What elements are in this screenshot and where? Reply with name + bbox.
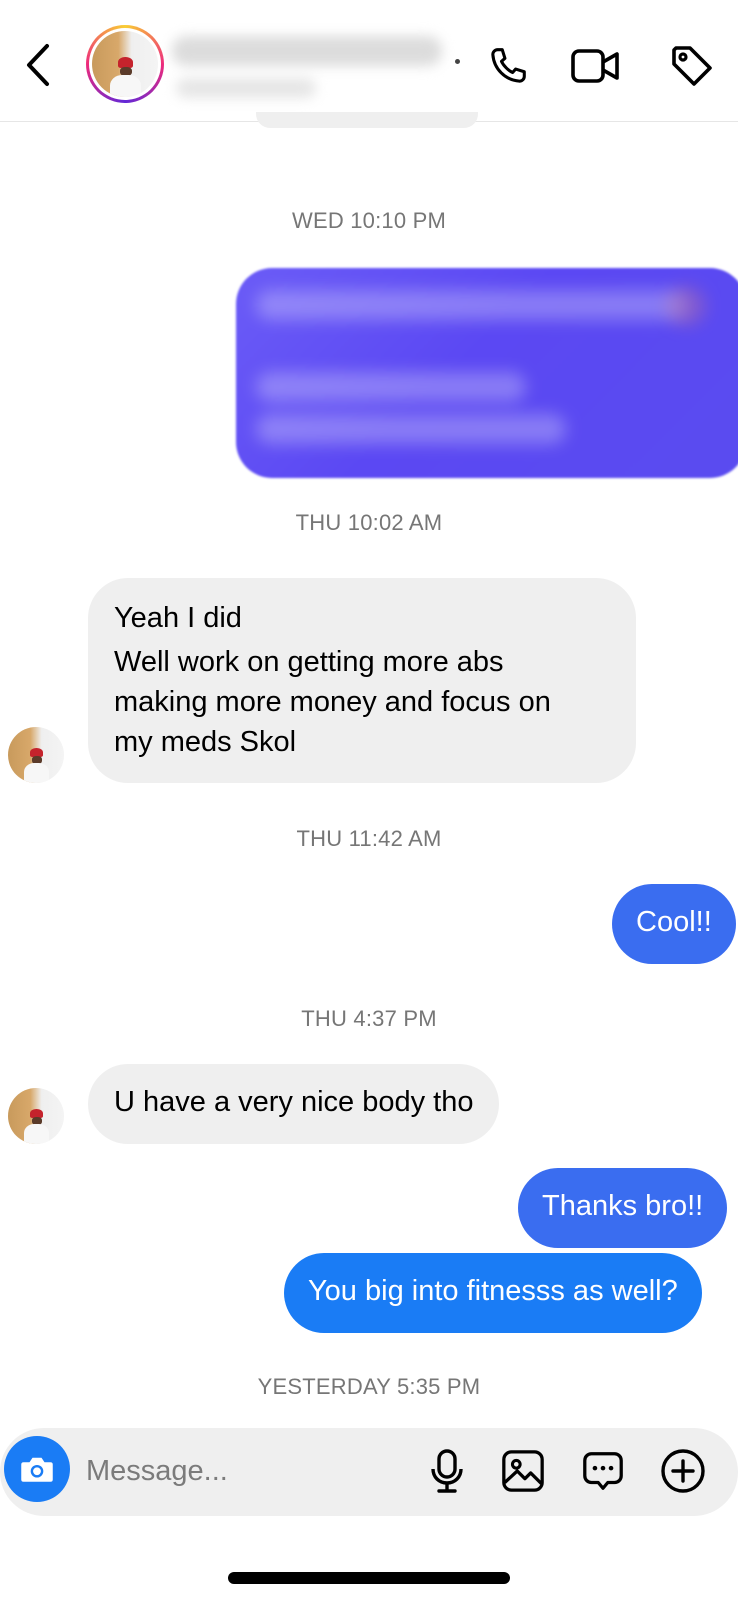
contact-avatar[interactable] [86, 25, 164, 103]
contact-name-redacted[interactable] [172, 36, 442, 66]
status-dot [455, 59, 460, 64]
message-line: my meds Skol [114, 726, 297, 758]
tag-icon[interactable] [666, 40, 718, 92]
message-composer [0, 1428, 738, 1516]
sent-message[interactable]: You big into fitnesss as well? [284, 1253, 702, 1333]
timestamp: THU 11:42 AM [296, 826, 442, 851]
timestamp: YESTERDAY 5:35 PM [257, 1374, 481, 1399]
timestamp: THU 4:37 PM [301, 1006, 437, 1031]
contact-username-redacted [176, 78, 316, 98]
sent-message[interactable]: Thanks bro!! [518, 1168, 728, 1248]
avatar[interactable] [8, 1088, 64, 1144]
message-line: Well work on getting more abs [114, 646, 504, 678]
image-icon[interactable] [496, 1444, 550, 1498]
message-line: making more money and focus on [114, 686, 551, 718]
timestamp: THU 10:02 AM [295, 510, 443, 535]
phone-icon[interactable] [482, 40, 534, 92]
avatar[interactable] [8, 727, 64, 783]
sent-message-redacted[interactable] [236, 268, 738, 478]
timestamp: WED 10:10 PM [291, 208, 446, 233]
plus-circle-icon[interactable] [656, 1444, 710, 1498]
sent-message[interactable]: Cool!! [612, 884, 736, 964]
sticker-message-icon[interactable] [576, 1444, 630, 1498]
received-message[interactable]: Yeah I did Well work on getting more abs… [88, 578, 636, 783]
video-camera-icon[interactable] [570, 40, 622, 92]
previous-message-redacted [256, 112, 478, 128]
microphone-icon[interactable] [420, 1444, 474, 1498]
home-indicator[interactable] [228, 1572, 510, 1584]
message-line: Yeah I did [114, 602, 242, 634]
chat-header [0, 0, 738, 122]
message-input[interactable] [86, 1446, 386, 1496]
chevron-left-icon[interactable] [18, 42, 58, 88]
camera-icon[interactable] [4, 1436, 70, 1502]
received-message[interactable]: U have a very nice body tho [88, 1064, 500, 1144]
